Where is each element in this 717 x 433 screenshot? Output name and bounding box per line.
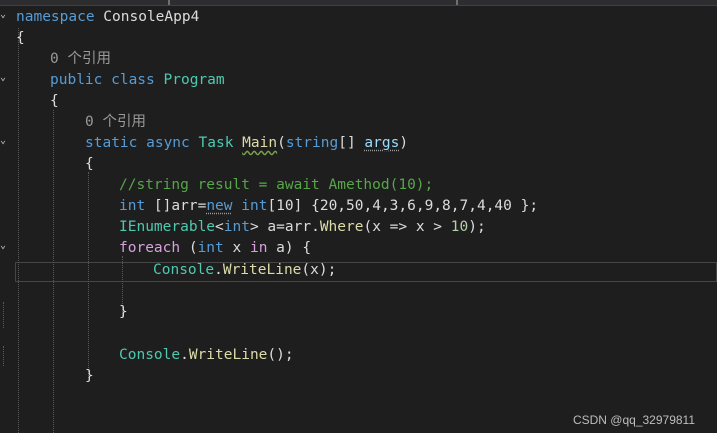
punctuation: .	[214, 262, 223, 278]
code-editor[interactable]: ⌄ namespace ConsoleApp4 { 0 个引用 ⌄ public…	[0, 6, 717, 433]
class-name: Program	[154, 72, 225, 88]
code-text: a) {	[267, 240, 312, 256]
code-line[interactable]: ⌄ namespace ConsoleApp4	[0, 7, 717, 28]
watermark: CSDN @qq_32979811	[572, 413, 695, 427]
keyword: class	[102, 72, 155, 88]
code-line[interactable]: {	[0, 28, 717, 49]
number-literal: 10	[450, 219, 469, 235]
brace: }	[85, 368, 94, 384]
code-comment: //string result = await Amethod(10);	[119, 177, 434, 193]
punctuation: );	[468, 219, 486, 235]
fold-chevron-icon[interactable]: ⌄	[0, 238, 10, 259]
array-values: {20,50,4,3,6,9,8,7,4,40 };	[311, 198, 539, 214]
type-name: Console	[119, 347, 181, 363]
code-line[interactable]	[0, 281, 717, 302]
tab-edge	[168, 0, 170, 5]
punctuation: )	[399, 135, 409, 151]
type-name: Task	[189, 135, 234, 151]
code-text: a=arr.	[258, 219, 320, 235]
fold-chevron-icon[interactable]: ⌄	[0, 133, 10, 154]
method-name: Main	[242, 135, 278, 151]
punctuation: <	[215, 219, 224, 235]
code-line[interactable]: Console.WriteLine();	[0, 345, 717, 366]
keyword: foreach	[119, 240, 181, 256]
tab-edge	[456, 0, 458, 5]
keyword: int	[223, 219, 250, 235]
codelens-references[interactable]: 0 个引用	[85, 112, 146, 133]
code-text: (x);	[301, 262, 337, 278]
code-line[interactable]: //string result = await Amethod(10);	[0, 175, 717, 196]
keyword: int	[197, 240, 224, 256]
namespace-name: ConsoleApp4	[94, 9, 200, 25]
code-line[interactable]: {	[0, 91, 717, 112]
parameter-name: args	[364, 135, 400, 151]
punctuation: >	[249, 219, 259, 235]
method-name: WriteLine	[188, 347, 268, 363]
brace: {	[85, 156, 94, 172]
punctuation: (	[277, 135, 286, 151]
code-line[interactable]: }	[0, 366, 717, 387]
code-text: []arr=	[145, 198, 207, 214]
punctuation: ();	[267, 347, 294, 363]
code-text: (x => x >	[363, 219, 451, 235]
brace: }	[119, 304, 128, 320]
punctuation: (	[180, 240, 198, 256]
punctuation: .	[180, 347, 189, 363]
code-line[interactable]	[0, 323, 717, 344]
keyword: new	[206, 198, 233, 214]
code-line-current[interactable]: Console.WriteLine(x);	[0, 260, 717, 281]
code-line[interactable]: ⌄ public class Program	[0, 70, 717, 91]
code-line[interactable]: {	[0, 154, 717, 175]
method-name: Where	[319, 219, 364, 235]
codelens-references[interactable]: 0 个引用	[50, 49, 111, 70]
fold-chevron-icon[interactable]: ⌄	[0, 70, 10, 91]
keyword: in	[249, 240, 268, 256]
keyword: string	[285, 135, 339, 151]
code-line[interactable]: ⌄ foreach (int x in a) {	[0, 238, 717, 259]
keyword: public	[50, 72, 103, 88]
code-line[interactable]: int []arr=new int[10] {20,50,4,3,6,9,8,7…	[0, 196, 717, 217]
fold-chevron-icon[interactable]: ⌄	[0, 7, 10, 28]
codelens-line[interactable]: 0 个引用	[0, 49, 717, 70]
code-line[interactable]: ⌄ static async Task Main(string[] args)	[0, 133, 717, 154]
code-line[interactable]: IEnumerable<int> a=arr.Where(x => x > 10…	[0, 217, 717, 238]
type-name: IEnumerable	[119, 219, 216, 235]
keyword: namespace	[16, 9, 95, 25]
keyword: int	[241, 198, 268, 214]
code-text: x	[223, 240, 250, 256]
brace: {	[16, 30, 25, 46]
keyword: static	[85, 135, 138, 151]
code-text: [10]	[267, 198, 312, 214]
method-name: WriteLine	[222, 262, 302, 278]
punctuation: []	[338, 135, 365, 151]
keyword: async	[137, 135, 190, 151]
brace: {	[50, 93, 59, 109]
keyword: int	[119, 198, 146, 214]
code-line[interactable]: }	[0, 302, 717, 323]
codelens-line[interactable]: 0 个引用	[0, 112, 717, 133]
type-name: Console	[153, 262, 215, 278]
